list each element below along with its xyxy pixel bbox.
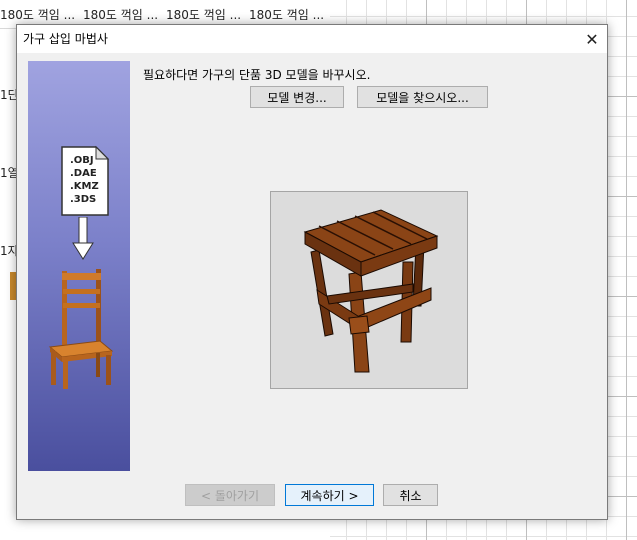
instruction-text: 필요하다면 가구의 단품 3D 모델을 바꾸시오. bbox=[143, 68, 371, 82]
format-label: .3DS bbox=[70, 194, 97, 205]
dialog-titlebar[interactable]: 가구 삽입 마법사 ✕ bbox=[17, 25, 607, 53]
change-model-button[interactable]: 모델 변경... bbox=[250, 86, 344, 108]
chair-icon bbox=[46, 267, 116, 391]
format-label: .OBJ bbox=[70, 155, 94, 166]
stool-model-icon bbox=[303, 209, 439, 373]
background-tab[interactable]: 180도 꺽임 ... bbox=[166, 6, 241, 23]
furniture-import-wizard-dialog: 가구 삽입 마법사 ✕ .OBJ .DAE .KMZ .3DS 필요하다면 가구… bbox=[16, 24, 608, 520]
wizard-side-panel: .OBJ .DAE .KMZ .3DS bbox=[28, 61, 130, 471]
next-button[interactable]: 계속하기 > bbox=[285, 484, 374, 506]
find-model-button[interactable]: 모델을 찾으시오... bbox=[357, 86, 488, 108]
background-tab[interactable]: 180도 꺽임 ... bbox=[0, 6, 75, 23]
file-document-icon: .OBJ .DAE .KMZ .3DS bbox=[56, 145, 112, 217]
cancel-button[interactable]: 취소 bbox=[383, 484, 438, 506]
close-icon: ✕ bbox=[585, 29, 599, 49]
close-button[interactable]: ✕ bbox=[577, 25, 607, 53]
dialog-title: 가구 삽입 마법사 bbox=[23, 32, 108, 46]
model-preview[interactable] bbox=[270, 191, 468, 389]
format-label: .KMZ bbox=[70, 181, 99, 192]
arrow-down-icon bbox=[71, 216, 95, 261]
background-tab[interactable]: 180도 꺽임 ... bbox=[249, 6, 324, 23]
format-label: .DAE bbox=[70, 168, 97, 179]
back-button[interactable]: < 돌아가기 bbox=[185, 484, 275, 506]
background-tab[interactable]: 180도 꺽임 ... bbox=[83, 6, 158, 23]
